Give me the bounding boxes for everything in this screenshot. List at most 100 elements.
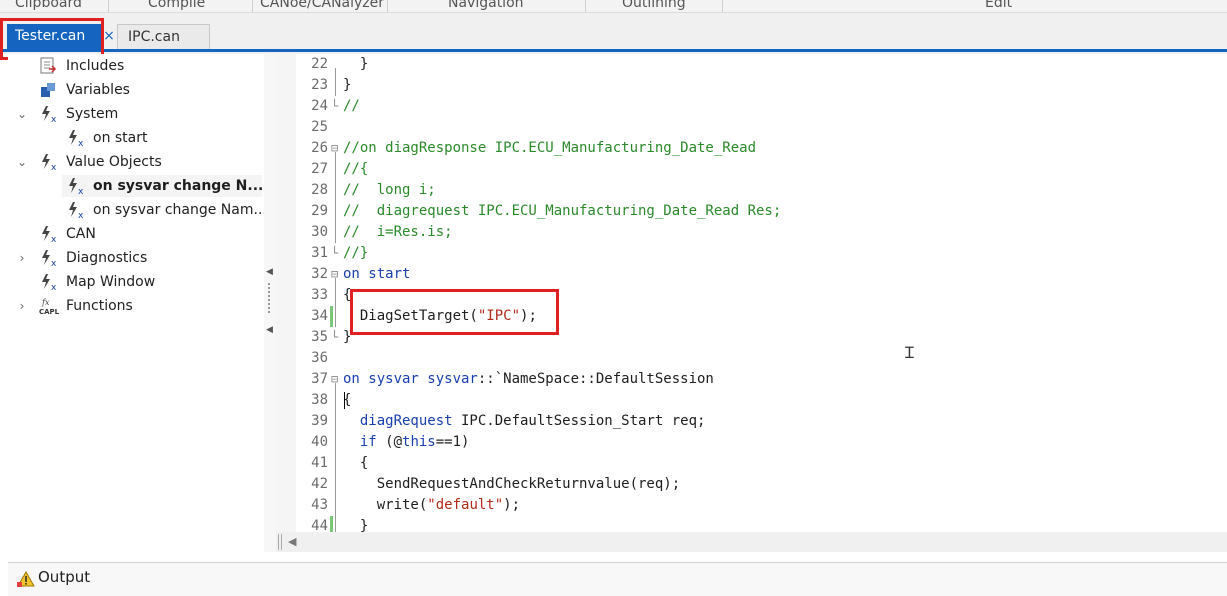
line-number: 32 bbox=[311, 266, 328, 282]
line-number: 34 bbox=[311, 308, 328, 324]
line-number: 25 bbox=[311, 119, 328, 135]
chevron-right-icon[interactable]: › bbox=[16, 295, 28, 317]
svg-text:CAPL: CAPL bbox=[39, 308, 59, 315]
code-line: 32 ⊟ on start bbox=[276, 264, 1227, 285]
ribbon-group-navigation: Navigation bbox=[448, 0, 524, 11]
code-text: } bbox=[343, 518, 369, 532]
panel-splitter[interactable]: ◀ ◀ bbox=[264, 54, 276, 552]
code-text: // long i; bbox=[343, 182, 436, 198]
code-line: 36 bbox=[276, 348, 1227, 369]
code-text: diagRequest IPC.DefaultSession_Start req… bbox=[343, 411, 706, 432]
ribbon-group-edit: Edit bbox=[985, 0, 1013, 11]
tree-item-on-start[interactable]: x on start bbox=[8, 127, 264, 149]
svg-text:x: x bbox=[78, 211, 84, 219]
line-number: 31 bbox=[311, 245, 328, 261]
tab-ipc-can[interactable]: IPC.can bbox=[117, 24, 210, 49]
fold-end-marker: └ bbox=[331, 330, 339, 344]
tree-item-includes[interactable]: Includes bbox=[8, 55, 264, 77]
tree-item-label: Functions bbox=[66, 298, 133, 314]
capl-browser-tree: Includes Variables ⌄ x System x on start… bbox=[8, 54, 267, 552]
event-icon: x bbox=[69, 202, 84, 219]
scroll-left-icon[interactable]: ◀ bbox=[288, 535, 296, 548]
code-text: { bbox=[343, 455, 369, 471]
svg-text:x: x bbox=[78, 187, 84, 195]
line-number: 41 bbox=[311, 455, 328, 471]
output-panel-header[interactable]: Output bbox=[8, 562, 1227, 596]
chevron-down-icon[interactable]: ⌄ bbox=[16, 151, 28, 173]
line-number: 43 bbox=[311, 497, 328, 513]
code-line: 22 } bbox=[276, 54, 1227, 75]
code-text: ); bbox=[503, 497, 521, 513]
tree-item-map-window[interactable]: x Map Window bbox=[8, 271, 264, 293]
code-line: 24 └ // bbox=[276, 96, 1227, 117]
code-text: write("default"); bbox=[343, 495, 520, 516]
code-text: ==1) bbox=[435, 434, 470, 450]
tree-item-variables[interactable]: Variables bbox=[8, 79, 264, 101]
tree-item-label: System bbox=[66, 106, 119, 122]
tree-item-on-sysvar-change-2[interactable]: x on sysvar change Nam... bbox=[8, 199, 267, 221]
ibeam-cursor-icon: Ɪ bbox=[905, 343, 914, 362]
splitter-grip[interactable] bbox=[268, 283, 270, 313]
ribbon-group-labels: Clipboard Compile CANoe/CANalyzer Naviga… bbox=[0, 0, 1227, 13]
fold-guide bbox=[335, 68, 336, 96]
line-number: 29 bbox=[311, 203, 328, 219]
modified-line-marker bbox=[330, 516, 333, 532]
tree-item-can[interactable]: x CAN bbox=[8, 223, 264, 245]
chevron-down-icon[interactable]: ⌄ bbox=[16, 103, 28, 125]
code-text: write( bbox=[343, 497, 428, 513]
ribbon-separator bbox=[387, 0, 388, 12]
tree-item-system[interactable]: ⌄ x System bbox=[8, 103, 264, 125]
code-line: 41 { bbox=[276, 453, 1227, 474]
capl-functions-icon: fx CAPL bbox=[39, 298, 59, 315]
line-number: 24 bbox=[311, 98, 328, 114]
ribbon-group-outlining: Outlining bbox=[622, 0, 686, 11]
code-text: //{ bbox=[343, 161, 369, 177]
fold-guide bbox=[335, 383, 336, 532]
chevron-right-icon[interactable]: › bbox=[16, 247, 28, 269]
code-text: SendRequestAndCheckReturnvalue(req); bbox=[343, 476, 681, 492]
code-text: // bbox=[343, 98, 360, 114]
tree-item-label: Diagnostics bbox=[66, 250, 148, 266]
document-tab-strip: Tester.can × IPC.can bbox=[0, 13, 1227, 54]
code-line: 29 // diagrequest IPC.ECU_Manufacturing_… bbox=[276, 201, 1227, 222]
tree-item-diagnostics[interactable]: › x Diagnostics bbox=[8, 247, 264, 269]
line-number: 35 bbox=[311, 329, 328, 345]
tree-item-value-objects[interactable]: ⌄ x Value Objects bbox=[8, 151, 264, 173]
line-number: 44 bbox=[311, 518, 328, 532]
collapse-left-arrow-icon[interactable]: ◀ bbox=[266, 325, 273, 335]
event-icon: x bbox=[42, 106, 57, 123]
tree-item-label: Variables bbox=[66, 82, 130, 98]
code-line: 40 if (@this==1) bbox=[276, 432, 1227, 453]
ribbon-separator bbox=[722, 0, 723, 12]
svg-text:x: x bbox=[51, 163, 57, 171]
tree-item-on-sysvar-change-1[interactable]: x on sysvar change N... bbox=[62, 175, 263, 197]
event-icon: x bbox=[42, 250, 57, 267]
fold-end-marker: └ bbox=[331, 99, 339, 113]
warning-output-icon bbox=[17, 571, 35, 587]
svg-text:x: x bbox=[51, 283, 57, 291]
svg-text:x: x bbox=[51, 259, 57, 267]
fold-guide bbox=[335, 152, 336, 243]
fold-guide bbox=[335, 278, 336, 327]
code-line: 26 ⊟ //on diagResponse IPC.ECU_Manufactu… bbox=[276, 138, 1227, 159]
ribbon-group-clipboard: Clipboard bbox=[15, 0, 82, 11]
scrollbar-grip[interactable] bbox=[278, 534, 284, 550]
text-caret bbox=[344, 392, 345, 409]
tree-item-label: Map Window bbox=[66, 274, 156, 290]
tree-item-label: Includes bbox=[66, 58, 125, 74]
ribbon-separator bbox=[252, 0, 253, 12]
ribbon-group-canoe: CANoe/CANalyzer bbox=[260, 0, 385, 11]
event-icon: x bbox=[69, 178, 84, 195]
tree-item-functions[interactable]: › fx CAPL Functions bbox=[8, 295, 264, 317]
line-number: 30 bbox=[311, 224, 328, 240]
event-icon: x bbox=[42, 154, 57, 171]
code-text: ::`NameSpace::DefaultSession bbox=[477, 371, 714, 387]
ribbon-group-compile: Compile bbox=[148, 0, 206, 11]
collapse-left-arrow-icon[interactable]: ◀ bbox=[266, 267, 273, 277]
horizontal-scrollbar[interactable]: ◀ bbox=[276, 532, 1227, 552]
code-line: 43 write("default"); bbox=[276, 495, 1227, 516]
code-line: 42 SendRequestAndCheckReturnvalue(req); bbox=[276, 474, 1227, 495]
code-line: 25 bbox=[276, 117, 1227, 138]
svg-text:fx: fx bbox=[41, 298, 50, 307]
line-number: 40 bbox=[311, 434, 328, 450]
